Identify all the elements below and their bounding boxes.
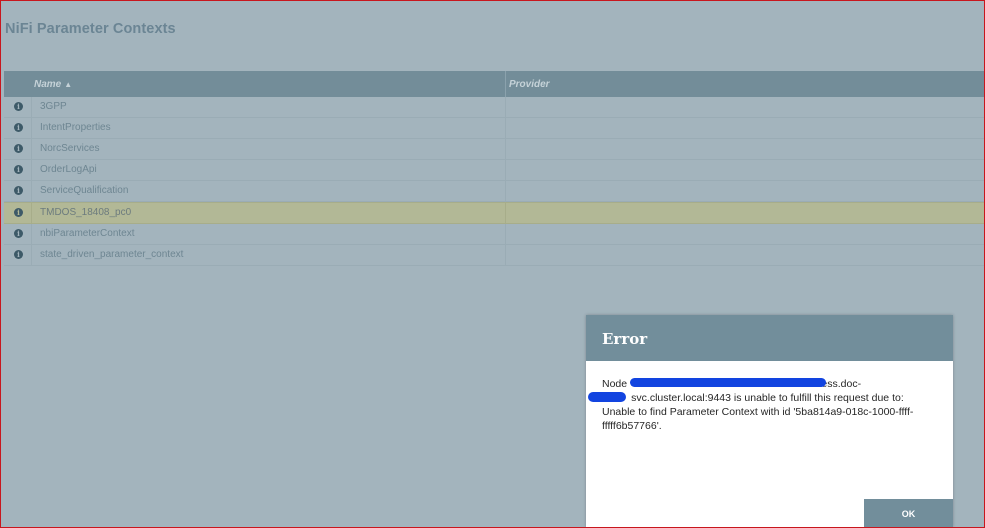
info-icon[interactable]: i bbox=[14, 208, 23, 217]
info-icon[interactable]: i bbox=[14, 165, 23, 174]
column-header-name[interactable]: Name ▲ bbox=[34, 79, 72, 90]
table-row[interactable]: i ServiceQualification bbox=[4, 181, 984, 202]
cell-divider bbox=[31, 224, 32, 244]
info-icon[interactable]: i bbox=[14, 250, 23, 259]
dialog-header: Error bbox=[586, 315, 953, 361]
cell-divider bbox=[505, 118, 506, 138]
row-name: 3GPP bbox=[40, 101, 67, 112]
cell-divider bbox=[31, 139, 32, 159]
table-row[interactable]: i NorcServices bbox=[4, 139, 984, 160]
page-title: NiFi Parameter Contexts bbox=[5, 21, 176, 37]
table-row[interactable]: i 3GPP bbox=[4, 97, 984, 118]
cell-divider bbox=[505, 139, 506, 159]
cell-divider bbox=[505, 97, 506, 117]
row-name: TMDOS_18408_pc0 bbox=[40, 207, 132, 218]
cell-divider bbox=[31, 97, 32, 117]
column-name-label: Name bbox=[34, 79, 62, 90]
info-icon[interactable]: i bbox=[14, 102, 23, 111]
row-name: ServiceQualification bbox=[40, 185, 129, 196]
cell-divider bbox=[505, 224, 506, 244]
error-message-line: Unable to find Parameter Context with id… bbox=[602, 406, 914, 418]
cell-divider bbox=[31, 181, 32, 201]
info-icon[interactable]: i bbox=[14, 229, 23, 238]
table-row[interactable]: i OrderLogApi bbox=[4, 160, 984, 181]
table-row-selected[interactable]: i TMDOS_18408_pc0 bbox=[4, 202, 984, 224]
row-name: OrderLogApi bbox=[40, 164, 97, 175]
table-header: Name ▲ Provider bbox=[4, 71, 984, 97]
row-name: nbiParameterContext bbox=[40, 228, 135, 239]
cell-divider bbox=[31, 245, 32, 265]
sort-ascending-icon: ▲ bbox=[64, 80, 73, 89]
error-message-line: fffff6b57766'. bbox=[602, 420, 662, 432]
table-row[interactable]: i nbiParameterContext bbox=[4, 224, 984, 245]
table-row[interactable]: i IntentProperties bbox=[4, 118, 984, 139]
info-icon[interactable]: i bbox=[14, 144, 23, 153]
page-frame: NiFi Parameter Contexts Name ▲ Provider i… bbox=[0, 0, 985, 528]
redaction-mark bbox=[630, 378, 826, 387]
table-row[interactable]: i state_driven_parameter_context bbox=[4, 245, 984, 266]
row-name: IntentProperties bbox=[40, 122, 111, 133]
cell-divider bbox=[505, 203, 506, 223]
error-dialog: Error Node nifi-headless.doc- svc.cluste… bbox=[586, 315, 953, 527]
cell-divider bbox=[505, 245, 506, 265]
column-divider bbox=[505, 71, 506, 97]
column-header-provider[interactable]: Provider bbox=[509, 79, 550, 90]
error-message-line: svc.cluster.local:9443 is unable to fulf… bbox=[602, 392, 904, 404]
parameter-contexts-table: Name ▲ Provider i 3GPP i IntentProperties… bbox=[4, 71, 984, 266]
dialog-title: Error bbox=[602, 330, 648, 348]
cell-divider bbox=[31, 118, 32, 138]
row-name: state_driven_parameter_context bbox=[40, 249, 184, 260]
info-icon[interactable]: i bbox=[14, 123, 23, 132]
redaction-mark bbox=[588, 392, 626, 402]
info-icon[interactable]: i bbox=[14, 186, 23, 195]
cell-divider bbox=[31, 160, 32, 180]
ok-button[interactable]: OK bbox=[864, 499, 953, 527]
row-name: NorcServices bbox=[40, 143, 100, 154]
cell-divider bbox=[505, 181, 506, 201]
cell-divider bbox=[505, 160, 506, 180]
cell-divider bbox=[31, 203, 32, 223]
